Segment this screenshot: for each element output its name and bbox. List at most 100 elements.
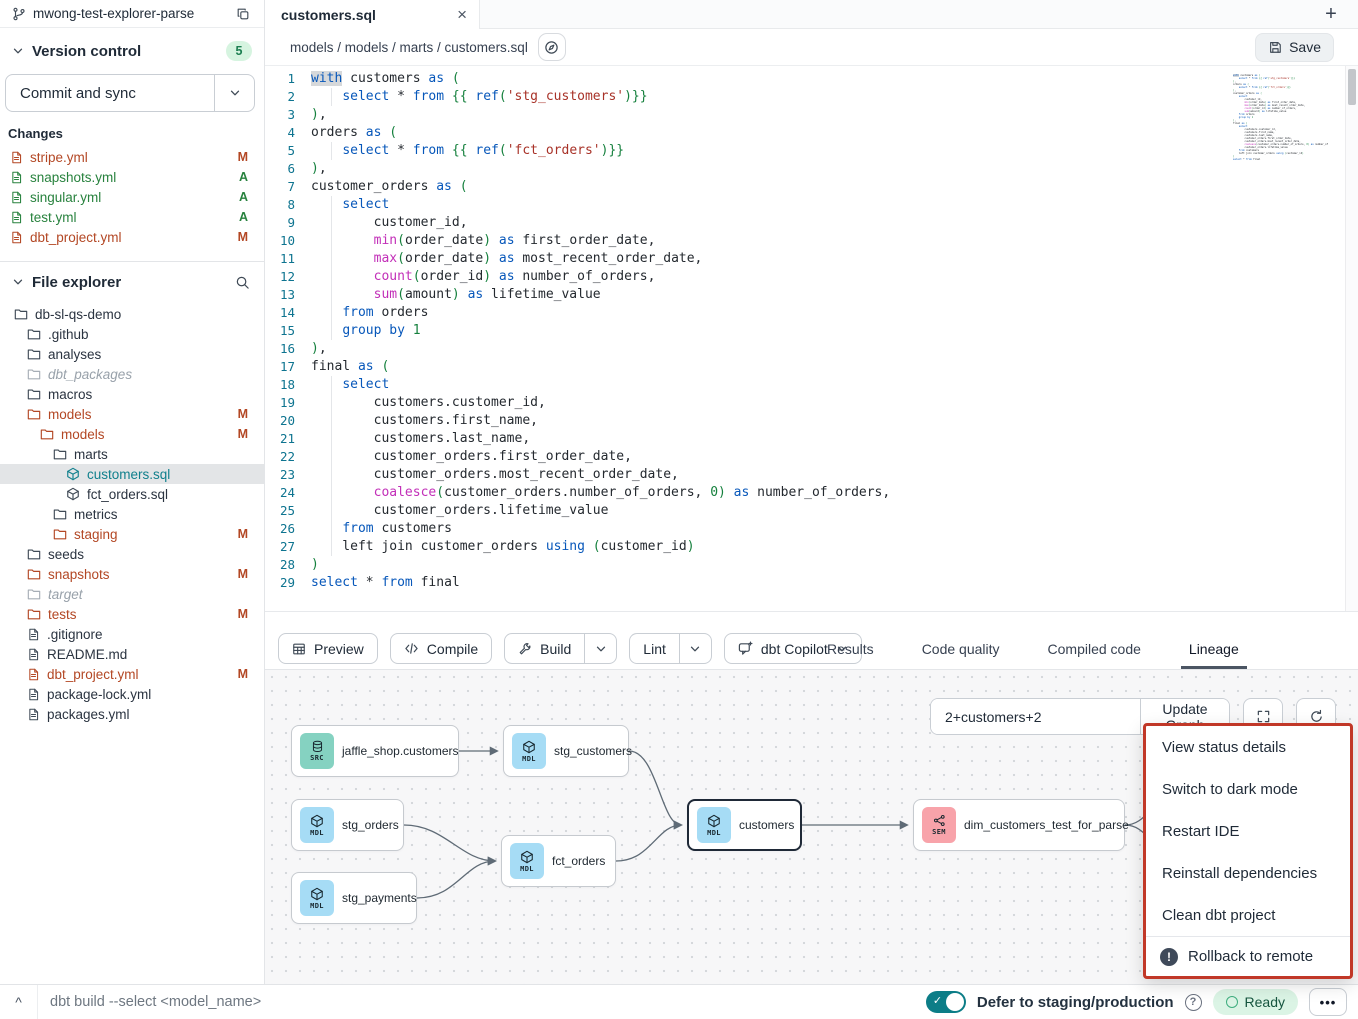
tree-item-target[interactable]: target (0, 584, 264, 604)
line-number: 26 (265, 520, 311, 538)
code-line-11: 11 max(order_date) as most_recent_order_… (265, 250, 1358, 268)
command-input[interactable]: dbt build --select <model_name> (38, 994, 926, 1010)
code-editor[interactable]: 1with customers as (2 select * from {{ r… (265, 66, 1358, 612)
lineage-node-jaffle_shop.customers[interactable]: SRCjaffle_shop.customers (291, 725, 459, 777)
code-line-14: 14 from orders (265, 304, 1358, 322)
save-label: Save (1289, 39, 1321, 55)
lineage-node-stg_payments[interactable]: MDLstg_payments (291, 872, 417, 924)
tree-item-snapshots[interactable]: snapshotsM (0, 564, 264, 584)
tree-item-db-sl-qs-demo[interactable]: db-sl-qs-demo (0, 304, 264, 324)
editor-scrollbar[interactable] (1345, 66, 1358, 611)
folder-icon (27, 327, 41, 341)
change-row-singular.yml[interactable]: singular.ymlA (0, 187, 264, 207)
node-label: stg_customers (554, 744, 632, 758)
tree-item-label: metrics (74, 507, 248, 522)
tree-item-customers.sql[interactable]: customers.sql (0, 464, 264, 484)
change-row-stripe.yml[interactable]: stripe.ymlM (0, 147, 264, 167)
tree-item-metrics[interactable]: metrics (0, 504, 264, 524)
line-number: 29 (265, 574, 311, 592)
tree-item-package-lock.yml[interactable]: package-lock.yml (0, 684, 264, 704)
lineage-node-customers[interactable]: MDLcustomers (687, 799, 802, 851)
model-icon (66, 487, 80, 501)
file-icon (27, 668, 40, 681)
tree-item-label: db-sl-qs-demo (35, 307, 248, 322)
file-search-button[interactable] (233, 273, 252, 292)
tree-item-staging[interactable]: stagingM (0, 524, 264, 544)
change-row-test.yml[interactable]: test.ymlA (0, 207, 264, 227)
node-label: fct_orders (552, 854, 605, 868)
file-icon (27, 648, 40, 661)
compile-label: Compile (427, 641, 478, 657)
commit-options-chevron[interactable] (214, 75, 254, 111)
tree-item-.github[interactable]: .github (0, 324, 264, 344)
tree-item-seeds[interactable]: seeds (0, 544, 264, 564)
build-split-button: Build (504, 633, 617, 664)
status-bar: ^ dbt build --select <model_name> ✓ Defe… (0, 984, 1358, 1019)
tree-item-dbt_packages[interactable]: dbt_packages (0, 364, 264, 384)
help-icon[interactable]: ? (1185, 994, 1202, 1011)
ide-status-badge[interactable]: Ready (1213, 989, 1298, 1015)
code-line-13: 13 sum(amount) as lifetime_value (265, 286, 1358, 304)
change-row-snapshots.yml[interactable]: snapshots.ymlA (0, 167, 264, 187)
version-control-header[interactable]: Version control 5 (0, 36, 264, 66)
lint-button[interactable]: Lint (630, 634, 679, 663)
copilot-compass-button[interactable] (538, 33, 566, 61)
lineage-node-stg_customers[interactable]: MDLstg_customers (503, 725, 629, 777)
file-explorer-header[interactable]: File explorer (0, 266, 264, 298)
menu-item-reinstall-dependencies[interactable]: Reinstall dependencies (1146, 852, 1350, 894)
menu-item-restart-ide[interactable]: Restart IDE (1146, 810, 1350, 852)
tree-item-macros[interactable]: macros (0, 384, 264, 404)
lint-options-chevron[interactable] (679, 634, 711, 663)
tree-item-README.md[interactable]: README.md (0, 644, 264, 664)
commit-and-sync-button[interactable]: Commit and sync (6, 75, 214, 111)
tree-item-status: M (238, 607, 248, 621)
line-number: 3 (265, 106, 311, 124)
folder-icon (27, 607, 41, 621)
lineage-node-stg_orders[interactable]: MDLstg_orders (291, 799, 404, 851)
code-line-7: 7customer_orders as ( (265, 178, 1358, 196)
tab-results[interactable]: Results (825, 628, 876, 669)
new-tab-button[interactable]: + (1318, 1, 1344, 27)
tree-item-fct_orders.sql[interactable]: fct_orders.sql (0, 484, 264, 504)
compile-button[interactable]: Compile (390, 633, 492, 664)
more-options-button[interactable]: ••• (1309, 988, 1347, 1016)
lineage-selector-input[interactable] (931, 699, 1140, 734)
change-row-dbt_project.yml[interactable]: dbt_project.ymlM (0, 227, 264, 247)
menu-item-switch-to-dark-mode[interactable]: Switch to dark mode (1146, 768, 1350, 810)
tree-item-status: M (238, 427, 248, 441)
scrollbar-thumb[interactable] (1348, 69, 1356, 105)
tree-item-analyses[interactable]: analyses (0, 344, 264, 364)
tree-item-models[interactable]: modelsM (0, 404, 264, 424)
tree-item-.gitignore[interactable]: .gitignore (0, 624, 264, 644)
file-explorer-title: File explorer (32, 274, 225, 291)
tab-lineage[interactable]: Lineage (1187, 628, 1241, 669)
lineage-node-fct_orders[interactable]: MDLfct_orders (501, 835, 616, 887)
tree-item-tests[interactable]: testsM (0, 604, 264, 624)
changes-count-badge: 5 (226, 41, 252, 61)
tab-code-quality[interactable]: Code quality (920, 628, 1002, 669)
tab-customers-sql[interactable]: customers.sql × (265, 0, 480, 29)
preview-button[interactable]: Preview (278, 633, 378, 664)
menu-item-view-status-details[interactable]: View status details (1146, 726, 1350, 768)
lineage-node-dim_customers_test_for_parse[interactable]: SEMdim_customers_test_for_parse (913, 799, 1125, 851)
tree-item-marts[interactable]: marts (0, 444, 264, 464)
tree-item-packages.yml[interactable]: packages.yml (0, 704, 264, 724)
tree-item-dbt_project.yml[interactable]: dbt_project.ymlM (0, 664, 264, 684)
menu-item-clean-dbt-project[interactable]: Clean dbt project (1146, 894, 1350, 936)
commit-and-sync-split-button: Commit and sync (5, 74, 255, 112)
save-button[interactable]: Save (1255, 33, 1334, 62)
tab-title: customers.sql (281, 7, 457, 23)
tree-item-models[interactable]: modelsM (0, 424, 264, 444)
line-number: 24 (265, 484, 311, 502)
collapse-command-bar-chevron[interactable]: ^ (0, 985, 38, 1019)
build-options-chevron[interactable] (584, 634, 616, 663)
close-tab-icon[interactable]: × (457, 6, 467, 23)
code-line-3: 3), (265, 106, 1358, 124)
defer-toggle[interactable]: ✓ (926, 991, 966, 1013)
line-number: 4 (265, 124, 311, 142)
tab-compiled-code[interactable]: Compiled code (1046, 628, 1143, 669)
copy-project-button[interactable] (234, 5, 252, 23)
build-button[interactable]: Build (505, 634, 584, 663)
changes-list: stripe.ymlMsnapshots.ymlAsingular.ymlAte… (0, 147, 264, 247)
menu-item-rollback-to-remote[interactable]: ! Rollback to remote (1146, 936, 1350, 976)
